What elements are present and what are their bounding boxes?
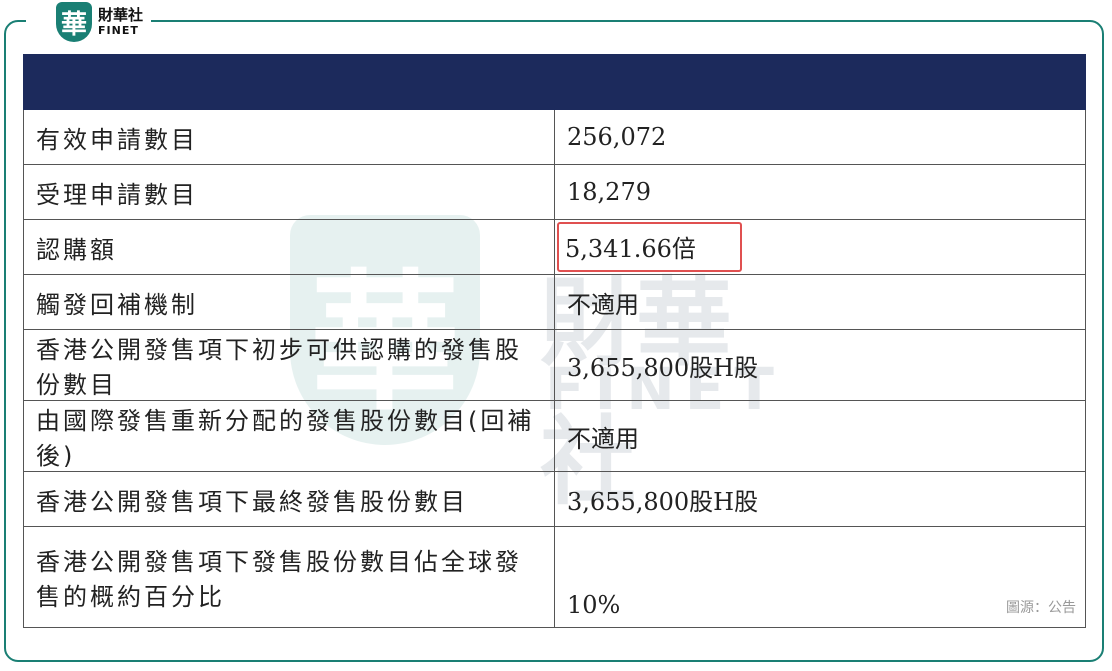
logo-badge: 華 [56,2,92,42]
logo-name-cn: 財華社 [98,6,144,24]
row-label: 香港公開發售項下最終發售股份數目 [23,471,555,527]
table-row: 香港公開發售項下初步可供認購的發售股份數目 3,655,800股H股 [23,329,1086,401]
table-header [23,54,1086,110]
row-value: 256,072 [554,109,1086,165]
table-row: 認購額 5,341.66倍 [23,219,1086,275]
row-value: 18,279 [554,164,1086,220]
logo-name-en: FINET [98,24,139,37]
table-row: 香港公開發售項下發售股份數目佔全球發售的概約百分比 10% [23,526,1086,628]
allotment-table: 有效申請數目 256,072 受理申請數目 18,279 認購額 5,341.6… [23,54,1086,628]
row-label: 由國際發售重新分配的發售股份數目(回補後) [23,400,555,472]
row-value: 3,655,800股H股 [554,329,1086,401]
source-caption: 圖源：公告 [1006,600,1076,616]
row-label: 香港公開發售項下初步可供認購的發售股份數目 [23,329,555,401]
table-row: 香港公開發售項下最終發售股份數目 3,655,800股H股 [23,471,1086,527]
row-value-cell: 5,341.66倍 [554,219,1086,275]
row-label: 有效申請數目 [23,109,555,165]
highlighted-subscription-value: 5,341.66倍 [557,222,742,272]
row-label: 觸發回補機制 [23,274,555,330]
row-label: 香港公開發售項下發售股份數目佔全球發售的概約百分比 [23,526,555,628]
table-row: 受理申請數目 18,279 [23,164,1086,220]
row-value: 不適用 [554,274,1086,330]
brand-logo: 華 財華社 FINET [26,0,152,44]
row-value: 不適用 [554,400,1086,472]
row-label: 受理申請數目 [23,164,555,220]
row-value: 3,655,800股H股 [554,471,1086,527]
table-row: 觸發回補機制 不適用 [23,274,1086,330]
table-row: 由國際發售重新分配的發售股份數目(回補後) 不適用 [23,400,1086,472]
logo-text: 財華社 FINET [98,6,144,37]
row-label: 認購額 [23,219,555,275]
table-row: 有效申請數目 256,072 [23,109,1086,165]
table-header-row [23,54,1086,110]
